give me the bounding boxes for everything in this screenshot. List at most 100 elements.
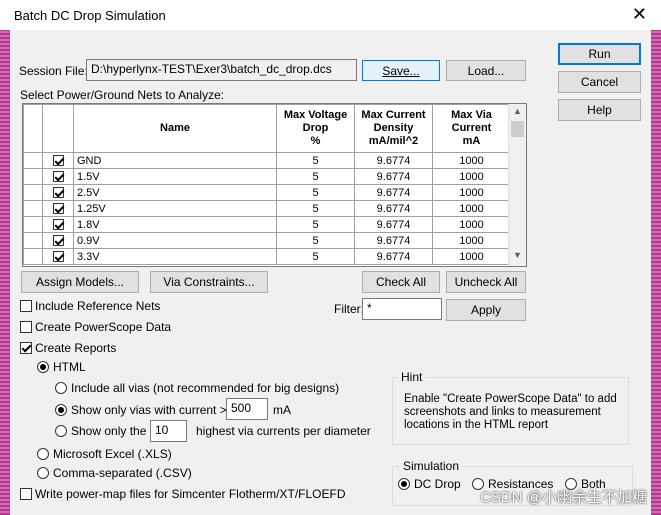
- apply-button[interactable]: Apply: [446, 299, 526, 321]
- density-cell[interactable]: 9.6774: [354, 232, 433, 249]
- include-reference-nets-box[interactable]: [20, 300, 32, 312]
- table-row[interactable]: 1.8V 5 9.6774 1000: [23, 216, 511, 233]
- row-checkbox[interactable]: [52, 251, 64, 263]
- vdrop-cell[interactable]: 5: [276, 200, 355, 217]
- via-constraints-button[interactable]: Via Constraints...: [150, 271, 268, 293]
- density-cell[interactable]: 9.6774: [354, 216, 433, 233]
- row-check-cell[interactable]: [42, 152, 74, 169]
- vdrop-cell[interactable]: 5: [276, 184, 355, 201]
- row-checkbox[interactable]: [52, 155, 64, 167]
- excel-radio[interactable]: Microsoft Excel (.XLS): [37, 447, 172, 461]
- vdrop-cell[interactable]: 5: [276, 168, 355, 185]
- density-cell[interactable]: 9.6774: [354, 152, 433, 169]
- include-all-vias-radio[interactable]: Include all vias (not recommended for bi…: [55, 381, 339, 395]
- table-row[interactable]: 3.3V 5 9.6774 1000: [23, 248, 511, 265]
- row-check-cell[interactable]: [42, 200, 74, 217]
- density-cell[interactable]: 9.6774: [354, 200, 433, 217]
- include-all-vias-dot[interactable]: [55, 382, 67, 394]
- uncheck-all-button[interactable]: Uncheck All: [446, 271, 526, 293]
- excel-radio-dot[interactable]: [37, 448, 49, 460]
- include-reference-nets-checkbox[interactable]: Include Reference Nets: [20, 299, 160, 313]
- row-selector[interactable]: [23, 216, 43, 233]
- density-cell[interactable]: 9.6774: [354, 248, 433, 265]
- scroll-thumb[interactable]: [511, 121, 524, 137]
- dc-drop-radio[interactable]: DC Drop: [398, 477, 461, 491]
- table-row[interactable]: GND 5 9.6774 1000: [23, 152, 511, 169]
- session-file-field[interactable]: D:\hyperlynx-TEST\Exer3\batch_dc_drop.dc…: [86, 59, 357, 81]
- run-button[interactable]: Run: [558, 43, 641, 65]
- row-checkbox[interactable]: [52, 219, 64, 231]
- row-check-cell[interactable]: [42, 248, 74, 265]
- via-current-cell[interactable]: 1000: [432, 216, 511, 233]
- row-selector[interactable]: [23, 152, 43, 169]
- table-row[interactable]: 2.5V 5 9.6774 1000: [23, 184, 511, 201]
- net-name-cell[interactable]: 1.5V: [73, 168, 277, 185]
- scroll-up-icon[interactable]: ▲: [513, 106, 522, 116]
- via-current-cell[interactable]: 1000: [432, 152, 511, 169]
- dc-drop-dot[interactable]: [398, 478, 410, 490]
- table-row[interactable]: 0.9V 5 9.6774 1000: [23, 232, 511, 249]
- row-checkbox[interactable]: [52, 171, 64, 183]
- net-name-cell[interactable]: 1.25V: [73, 200, 277, 217]
- csv-radio-dot[interactable]: [37, 467, 49, 479]
- net-name-cell[interactable]: 2.5V: [73, 184, 277, 201]
- vdrop-cell[interactable]: 5: [276, 248, 355, 265]
- density-cell[interactable]: 9.6774: [354, 184, 433, 201]
- close-icon[interactable]: ✕: [632, 4, 647, 25]
- show-only-vias-dot[interactable]: [55, 404, 67, 416]
- power-map-box[interactable]: [20, 488, 32, 500]
- power-map-checkbox[interactable]: Write power-map files for Simcenter Flot…: [20, 487, 346, 501]
- row-check-cell[interactable]: [42, 168, 74, 185]
- net-name-cell[interactable]: 3.3V: [73, 248, 277, 265]
- row-selector[interactable]: [23, 168, 43, 185]
- net-name-cell[interactable]: GND: [73, 152, 277, 169]
- vdrop-cell[interactable]: 5: [276, 232, 355, 249]
- row-check-cell[interactable]: [42, 232, 74, 249]
- header-name[interactable]: Name: [73, 104, 277, 153]
- via-current-cell[interactable]: 1000: [432, 184, 511, 201]
- table-row[interactable]: 1.5V 5 9.6774 1000: [23, 168, 511, 185]
- header-max-via-current[interactable]: Max Via Current mA: [432, 104, 511, 153]
- html-radio[interactable]: HTML: [37, 360, 86, 374]
- assign-models-button[interactable]: Assign Models...: [21, 271, 139, 293]
- check-all-button[interactable]: Check All: [362, 271, 440, 293]
- row-checkbox[interactable]: [52, 203, 64, 215]
- filter-input[interactable]: *: [362, 298, 442, 320]
- help-button[interactable]: Help: [558, 99, 641, 121]
- create-powerscope-box[interactable]: [20, 321, 32, 333]
- row-check-cell[interactable]: [42, 184, 74, 201]
- save-button[interactable]: Save...: [362, 60, 440, 81]
- row-selector[interactable]: [23, 184, 43, 201]
- via-current-cell[interactable]: 1000: [432, 232, 511, 249]
- via-current-cell[interactable]: 1000: [432, 248, 511, 265]
- row-selector[interactable]: [23, 232, 43, 249]
- net-name-cell[interactable]: 0.9V: [73, 232, 277, 249]
- load-button[interactable]: Load...: [446, 60, 526, 81]
- show-only-vias-radio[interactable]: Show only vias with current >: [55, 403, 227, 417]
- row-checkbox[interactable]: [52, 235, 64, 247]
- show-only-the-radio[interactable]: Show only the: [55, 424, 146, 438]
- create-reports-box[interactable]: [20, 342, 32, 354]
- vdrop-cell[interactable]: 5: [276, 216, 355, 233]
- highest-count-input[interactable]: 10: [150, 420, 187, 442]
- cancel-button[interactable]: Cancel: [558, 71, 641, 93]
- header-max-current-density[interactable]: Max Current Density mA/mil^2: [354, 104, 433, 153]
- row-checkbox[interactable]: [52, 187, 64, 199]
- create-powerscope-checkbox[interactable]: Create PowerScope Data: [20, 320, 171, 334]
- row-selector[interactable]: [23, 200, 43, 217]
- net-name-cell[interactable]: 1.8V: [73, 216, 277, 233]
- via-current-cell[interactable]: 1000: [432, 168, 511, 185]
- table-row[interactable]: 1.25V 5 9.6774 1000: [23, 200, 511, 217]
- header-max-voltage-drop[interactable]: Max Voltage Drop%: [276, 104, 355, 153]
- vdrop-cell[interactable]: 5: [276, 152, 355, 169]
- row-check-cell[interactable]: [42, 216, 74, 233]
- show-only-the-dot[interactable]: [55, 425, 67, 437]
- scroll-down-icon[interactable]: ▼: [513, 250, 522, 260]
- via-current-cell[interactable]: 1000: [432, 200, 511, 217]
- density-cell[interactable]: 9.6774: [354, 168, 433, 185]
- via-current-threshold-input[interactable]: 500: [226, 398, 268, 420]
- create-reports-checkbox[interactable]: Create Reports: [20, 341, 116, 355]
- csv-radio[interactable]: Comma-separated (.CSV): [37, 466, 192, 480]
- table-scrollbar[interactable]: ▲ ▼: [508, 104, 526, 266]
- html-radio-dot[interactable]: [37, 361, 49, 373]
